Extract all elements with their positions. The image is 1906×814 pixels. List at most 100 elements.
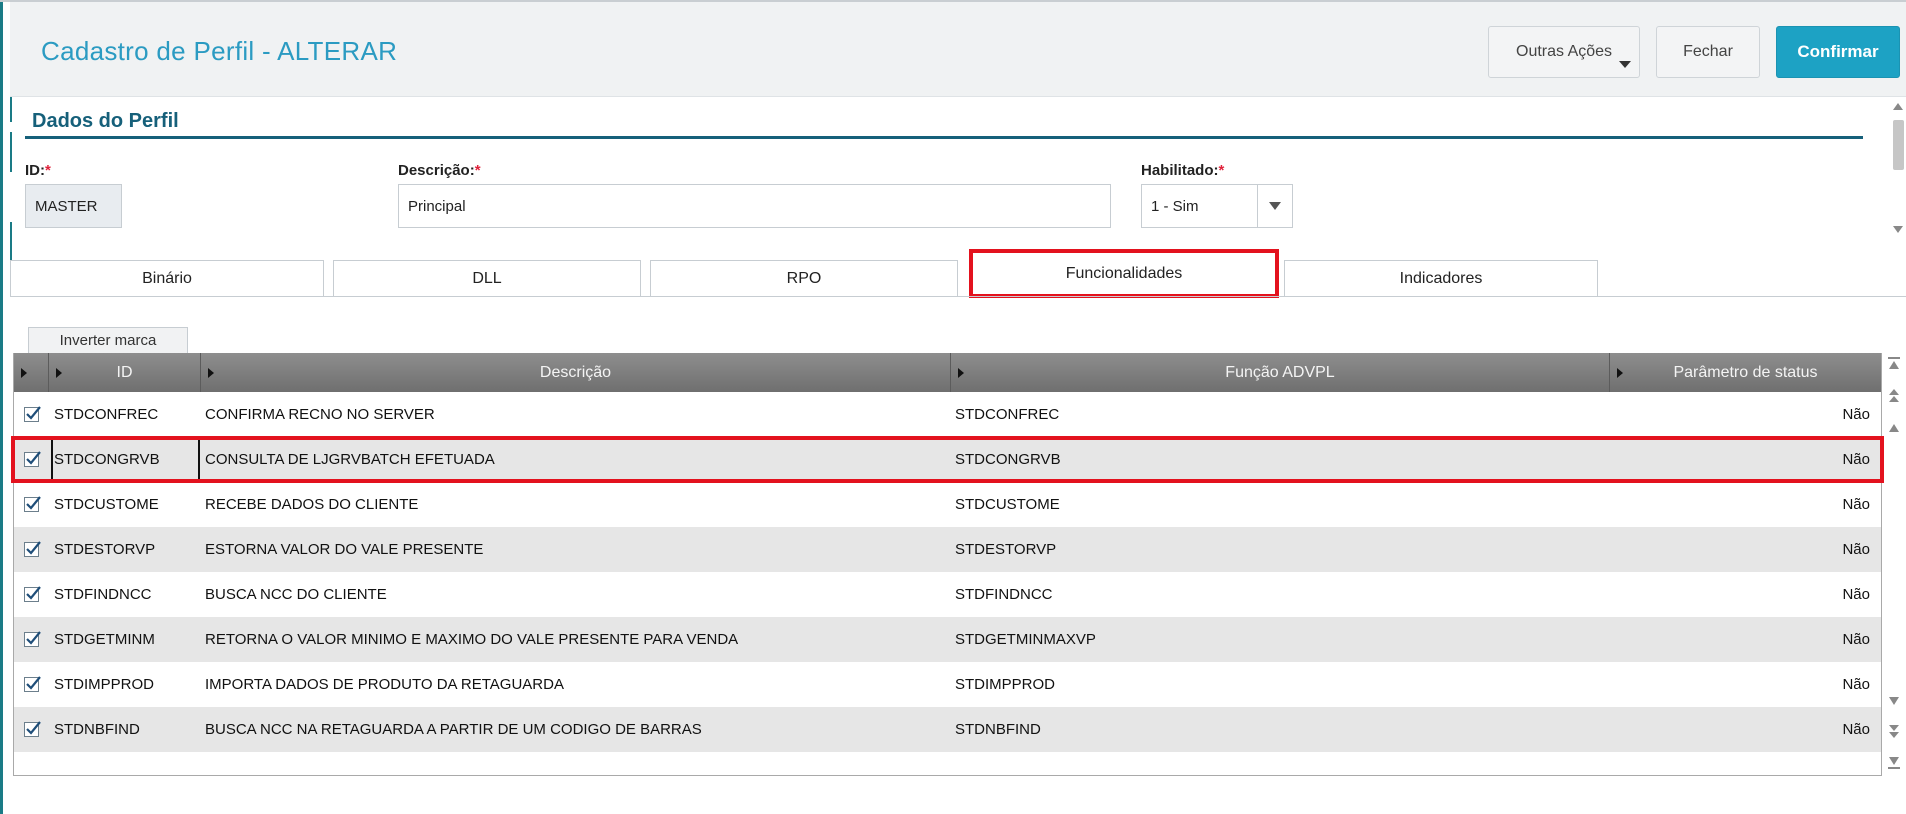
invert-selection-button[interactable]: Inverter marca [28, 327, 188, 353]
other-actions-label: Outras Ações [1516, 43, 1613, 60]
form-scrollbar[interactable] [1890, 98, 1906, 238]
cell-advpl-function: STDFINDNCC [955, 586, 1053, 603]
cell-id: STDCONFREC [54, 406, 159, 423]
scroll-down-icon[interactable] [1893, 226, 1903, 233]
header-description[interactable]: Descrição [201, 353, 951, 392]
scroll-up-icon[interactable] [1888, 421, 1900, 435]
cell-advpl-function: STDCUSTOME [955, 496, 1060, 513]
left-accent-bar [0, 0, 3, 814]
scroll-up-icon[interactable] [1893, 103, 1903, 110]
cell-id: STDFINDNCC [54, 586, 152, 603]
header-advpl-function-label: Função ADVPL [1225, 363, 1335, 381]
checkmark-icon [26, 586, 41, 600]
header-select-column[interactable] [14, 353, 49, 392]
cell-description: BUSCA NCC DO CLIENTE [205, 586, 387, 603]
scroll-page-up-icon[interactable] [1888, 389, 1900, 403]
header-status-param[interactable]: Parâmetro de status [1610, 353, 1881, 392]
row-checkbox[interactable] [24, 406, 41, 422]
checkmark-icon [26, 496, 41, 510]
close-button[interactable]: Fechar [1656, 26, 1760, 78]
column-menu-icon [208, 368, 214, 378]
row-checkbox[interactable] [24, 676, 41, 692]
cell-description: ESTORNA VALOR DO VALE PRESENTE [205, 541, 484, 558]
table-row[interactable]: STDESTORVP ESTORNA VALOR DO VALE PRESENTE… [14, 527, 1881, 572]
tab-indicadores[interactable]: Indicadores [1284, 260, 1598, 296]
cell-advpl-function: STDCONFREC [955, 406, 1060, 423]
checkmark-icon [26, 721, 41, 735]
header-description-label: Descrição [539, 363, 612, 381]
triangle-down-icon [1269, 202, 1281, 210]
table-row[interactable]: STDFINDNCC BUSCA NCC DO CLIENTE STDFINDNCC… [14, 572, 1881, 617]
cell-status-param: Não [1842, 406, 1870, 423]
description-label: Descrição:* [398, 162, 481, 179]
functions-grid: ID Descrição Função ADVPL Parâmetro de s… [13, 353, 1882, 776]
scroll-down-icon[interactable] [1888, 694, 1900, 708]
checkmark-icon [26, 406, 41, 420]
header-id-label: ID [116, 363, 133, 381]
table-row[interactable]: STDIMPPROD IMPORTA DADOS DE PRODUTO DA RE… [14, 662, 1881, 707]
scroll-page-down-icon[interactable] [1888, 725, 1900, 739]
cell-status-param: Não [1842, 676, 1870, 693]
page-header: Cadastro de Perfil - ALTERAR Outras Açõe… [10, 2, 1906, 97]
cell-status-param: Não [1842, 586, 1870, 603]
header-id[interactable]: ID [49, 353, 201, 392]
cell-advpl-function: STDESTORVP [955, 541, 1057, 558]
cell-advpl-function: STDGETMINMAXVP [955, 631, 1096, 648]
cell-id: STDESTORVP [54, 541, 156, 558]
table-row[interactable]: STDCUSTOME RECEBE DADOS DO CLIENTE STDCUST… [14, 482, 1881, 527]
header-advpl-function[interactable]: Função ADVPL [951, 353, 1610, 392]
scroll-top-icon[interactable] [1888, 357, 1900, 371]
cell-description: RECEBE DADOS DO CLIENTE [205, 496, 419, 513]
row-checkbox[interactable] [24, 496, 41, 512]
id-field[interactable]: MASTER [25, 184, 122, 228]
checkmark-icon [26, 631, 41, 645]
tabs-baseline [10, 296, 1906, 297]
grid-header: ID Descrição Função ADVPL Parâmetro de s… [14, 353, 1881, 392]
cell-id: STDNBFIND [54, 721, 140, 738]
checkmark-icon [26, 676, 41, 690]
cell-id: STDCUSTOME [54, 496, 159, 513]
section-divider [25, 136, 1863, 139]
tab-funcionalidades[interactable]: Funcionalidades [969, 249, 1279, 298]
tab-dll[interactable]: DLL [333, 260, 641, 296]
checkmark-icon [26, 541, 41, 555]
description-field[interactable]: Principal [398, 184, 1111, 228]
header-status-param-label: Parâmetro de status [1673, 363, 1818, 381]
cell-description: BUSCA NCC NA RETAGUARDA A PARTIR DE UM C… [205, 721, 702, 738]
cell-status-param: Não [1842, 631, 1870, 648]
highlighted-row-marker [11, 436, 1884, 483]
rail-marker [10, 132, 12, 172]
row-checkbox[interactable] [24, 586, 41, 602]
cell-description: RETORNA O VALOR MINIMO E MAXIMO DO VALE … [205, 631, 739, 648]
grid-scrollbar[interactable] [1884, 353, 1904, 776]
tab-rpo[interactable]: RPO [650, 260, 958, 296]
column-menu-icon [21, 368, 27, 378]
scroll-bottom-icon[interactable] [1888, 757, 1900, 771]
cell-status-param: Não [1842, 721, 1870, 738]
cell-description: IMPORTA DADOS DE PRODUTO DA RETAGUARDA [205, 676, 564, 693]
enabled-select[interactable]: 1 - Sim [1141, 184, 1293, 228]
cell-id: STDIMPPROD [54, 676, 155, 693]
table-row[interactable]: STDGETMINM RETORNA O VALOR MINIMO E MAXIM… [14, 617, 1881, 662]
enabled-select-value: 1 - Sim [1151, 197, 1199, 215]
column-menu-icon [958, 368, 964, 378]
other-actions-button[interactable]: Outras Ações [1488, 26, 1640, 78]
table-row[interactable]: STDCONFREC CONFIRMA RECNO NO SERVER STDCON… [14, 392, 1881, 437]
scrollbar-thumb[interactable] [1893, 120, 1904, 170]
dropdown-arrow-button[interactable] [1257, 185, 1292, 227]
cell-status-param: Não [1842, 541, 1870, 558]
cell-advpl-function: STDNBFIND [955, 721, 1041, 738]
row-checkbox[interactable] [24, 541, 41, 557]
column-menu-icon [1617, 368, 1623, 378]
row-checkbox[interactable] [24, 721, 41, 737]
cell-status-param: Não [1842, 496, 1870, 513]
enabled-label: Habilitado:* [1141, 162, 1225, 179]
table-row[interactable]: STDNBFIND BUSCA NCC NA RETAGUARDA A PARTI… [14, 707, 1881, 752]
confirm-button[interactable]: Confirmar [1776, 26, 1900, 78]
row-checkbox[interactable] [24, 631, 41, 647]
page-title: Cadastro de Perfil - ALTERAR [41, 36, 398, 66]
cell-description: CONFIRMA RECNO NO SERVER [205, 406, 435, 423]
section-title: Dados do Perfil [32, 110, 179, 132]
cell-advpl-function: STDIMPPROD [955, 676, 1056, 693]
tab-binario[interactable]: Binário [10, 260, 324, 296]
